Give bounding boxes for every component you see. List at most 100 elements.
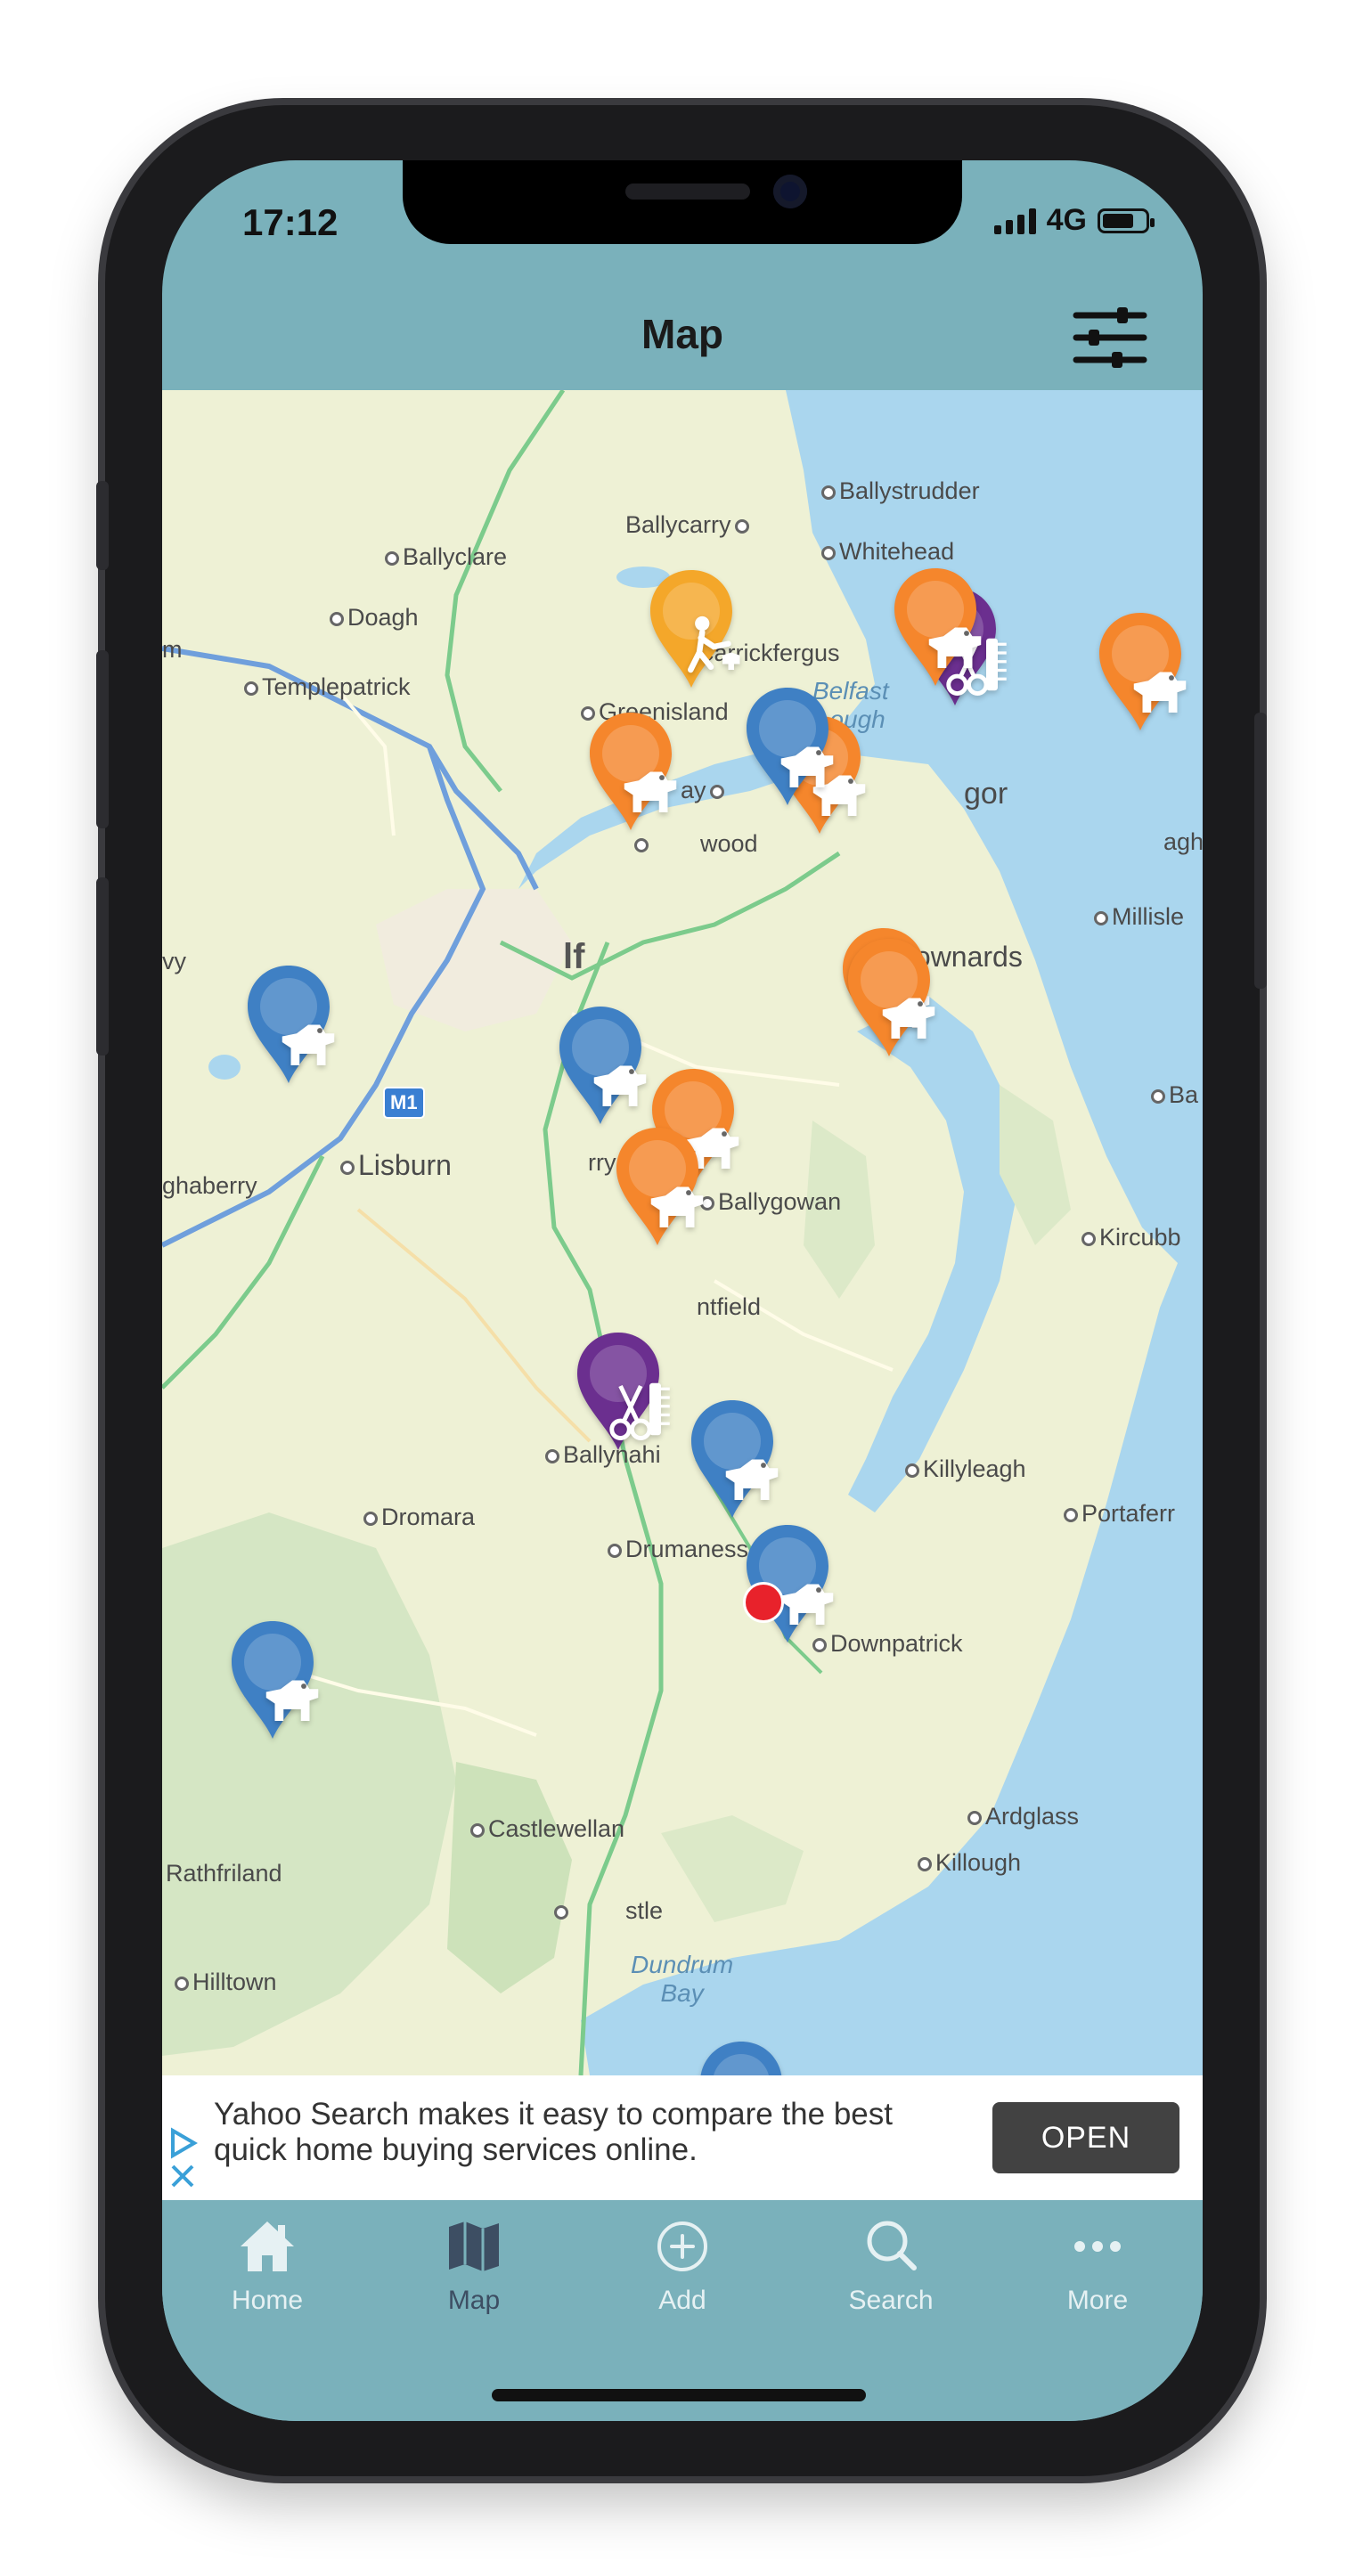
tab-search[interactable]: Search [820,2214,962,2316]
place-label: Hilltown [175,1969,277,1996]
place-name: vy [162,948,186,974]
place-label: Ballycarry [625,511,753,539]
ad-banner[interactable]: Yahoo Search makes it easy to compare th… [162,2075,1203,2200]
map-pin-purple[interactable] [572,1329,670,1454]
place-label: Rathfriland [166,1860,282,1887]
place-name: Castlewellan [488,1815,625,1842]
place-name: Rathfriland [166,1860,282,1887]
map-icon [449,2221,499,2271]
silent-switch [96,481,109,570]
dog-icon [1133,672,1187,713]
place-dot [363,1511,378,1526]
front-camera [773,175,807,208]
place-name: Ballyclare [403,543,508,570]
map-pin-blue[interactable] [554,1003,647,1128]
place-dot [967,1810,982,1825]
place-dot [918,1856,932,1871]
place-label: Ballyclare [385,543,507,571]
map-pin-blue[interactable] [226,1618,319,1742]
tab-add[interactable]: Add [611,2214,754,2316]
place-dot [175,1976,189,1991]
place-label: agh [1163,828,1203,856]
place-name: m [162,636,183,663]
place-dot [734,518,749,534]
motorway-shield: M1 [383,1087,425,1119]
place-name: Killyleagh [923,1455,1026,1482]
place-name: Ardglass [985,1803,1080,1830]
dog-icon [265,1680,319,1721]
place-label: lf [563,937,584,977]
place-name: agh [1163,828,1203,855]
tab-label: Add [658,2286,706,2315]
tab-home[interactable]: Home [196,2214,339,2316]
map-pin-blue[interactable] [741,684,834,809]
place-label: stle [554,1897,663,1925]
place-label: Lisburn [340,1149,452,1182]
dog-icon [650,1186,704,1227]
place-dot [709,784,724,799]
place-name: ghaberry [162,1172,257,1199]
ad-open-button[interactable]: OPEN [992,2102,1179,2173]
place-label: ghaberry [162,1172,257,1200]
dog-icon [624,771,677,812]
place-dot [330,611,344,626]
home-icon [241,2221,294,2271]
dog-icon [714,2056,807,2075]
place-name: Lisburn [358,1149,452,1181]
place-label: gor [964,777,1008,811]
current-location-marker [743,1582,784,1623]
place-label: Ardglass [967,1803,1079,1830]
tab-bar: Home Map Add Search More [162,2200,1203,2421]
filter-button[interactable] [1073,306,1147,369]
place-label: Templepatrick [244,673,411,701]
map-view[interactable]: Ballystrudder Ballycarry Whitehead Bally… [162,390,1203,2075]
status-time: 17:12 [242,201,339,243]
power-button [1254,713,1267,989]
place-dot [821,485,836,500]
volume-down-button [96,877,109,1056]
map-pin-orange[interactable] [889,565,982,689]
grooming-icon [609,1382,670,1440]
volume-up-button [96,650,109,828]
map-pin-orange[interactable] [843,935,935,1060]
place-name: Killough [935,1849,1022,1876]
place-name: wood [700,830,758,857]
place-label: Portaferr [1064,1500,1175,1528]
map-pin-orange[interactable] [584,709,677,834]
place-dot [340,1160,355,1175]
dog-icon [882,998,935,1039]
ad-choices-icon[interactable] [167,2127,200,2189]
tab-label: More [1066,2286,1129,2315]
place-name: gor [964,777,1008,811]
place-label: Castlewellan [470,1815,624,1843]
map-pin-yellow[interactable] [645,567,740,691]
place-label: Doagh [330,604,419,632]
home-indicator [492,2389,866,2401]
map-pin-blue[interactable] [686,1397,779,1521]
place-name: lf [563,937,585,976]
place-name: Drumaness [625,1536,749,1562]
place-name: Whitehead [839,538,955,565]
tab-map[interactable]: Map [403,2214,545,2316]
map-pin-orange[interactable] [1094,609,1187,734]
earpiece-speaker [625,183,750,200]
place-dot [545,1448,559,1463]
place-dot [385,550,399,566]
place-label: Drumaness [608,1536,748,1563]
tab-more[interactable]: More [1026,2214,1169,2316]
map-pin-blue[interactable] [242,962,335,1087]
map-pin-blue[interactable] [695,2038,788,2075]
place-dot [244,681,258,696]
place-label: m [162,636,183,664]
water-label-dundrum-bay: Dundrum Bay [631,1951,734,2007]
place-name: Ba [1169,1081,1199,1108]
screen: 17:12 4G Map Ballystrudder Ballycarry Wh… [162,160,1203,2421]
place-dot [905,1463,919,1478]
place-name: Ballycarry [625,511,731,538]
place-name: Millisle [1112,903,1184,930]
place-dot [1064,1507,1078,1522]
dog-icon [593,1065,647,1106]
sliders-icon [1073,307,1147,368]
more-icon [1074,2241,1121,2252]
dog-icon [780,746,834,787]
